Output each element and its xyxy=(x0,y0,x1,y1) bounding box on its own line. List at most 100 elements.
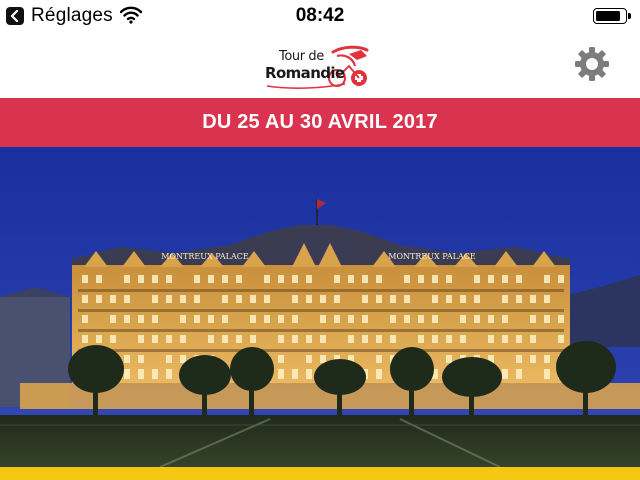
palace-window xyxy=(558,275,564,283)
palace-window xyxy=(516,295,522,303)
palace-window xyxy=(222,335,228,343)
palace-window xyxy=(404,315,410,323)
palace-window xyxy=(124,275,130,283)
palace-window xyxy=(82,315,88,323)
palace-window xyxy=(432,315,438,323)
palace-window xyxy=(502,275,508,283)
palace-window xyxy=(460,315,466,323)
palace-window xyxy=(152,295,158,303)
palace-window xyxy=(250,335,256,343)
palace-window xyxy=(166,275,172,283)
app-header: Tour de Romandie xyxy=(0,32,640,98)
palace-window xyxy=(96,295,102,303)
palace-window xyxy=(488,315,494,323)
palace-window xyxy=(348,315,354,323)
palace-window xyxy=(96,335,102,343)
palace-window xyxy=(278,335,284,343)
palace-window xyxy=(320,335,326,343)
palace-window xyxy=(264,295,270,303)
palace-window xyxy=(544,295,550,303)
palace-window xyxy=(432,275,438,283)
palace-window xyxy=(180,335,186,343)
palace-window xyxy=(418,275,424,283)
palace-window xyxy=(488,275,494,283)
palace-window xyxy=(432,295,438,303)
bottom-accent-strip xyxy=(0,467,640,480)
palace-window xyxy=(250,315,256,323)
palace-window xyxy=(152,335,158,343)
palace-window xyxy=(474,295,480,303)
palace-window xyxy=(544,315,550,323)
palace-window xyxy=(516,369,522,379)
palace-window xyxy=(278,275,284,283)
palace-window xyxy=(208,275,214,283)
palace-window xyxy=(558,315,564,323)
palace-window xyxy=(474,275,480,283)
palace-window xyxy=(446,355,452,363)
palace-window xyxy=(152,275,158,283)
palace-window xyxy=(166,295,172,303)
palace-window xyxy=(138,335,144,343)
date-banner-text: DU 25 AU 30 AVRIL 2017 xyxy=(202,111,438,133)
palace-window xyxy=(544,355,550,363)
palace-window xyxy=(348,275,354,283)
status-bar: Réglages 08:42 xyxy=(0,0,640,32)
palace-window xyxy=(194,275,200,283)
palace-window xyxy=(460,295,466,303)
palace-window xyxy=(306,369,312,379)
palace-window xyxy=(208,315,214,323)
palace-window xyxy=(222,295,228,303)
palace-window xyxy=(376,355,382,363)
battery-level xyxy=(596,11,620,21)
palace-window xyxy=(348,335,354,343)
palace-window xyxy=(376,335,382,343)
palace-window xyxy=(362,275,368,283)
palace-window xyxy=(138,315,144,323)
palace-window xyxy=(530,335,536,343)
palace-window xyxy=(362,295,368,303)
settings-button[interactable] xyxy=(572,44,612,84)
hotel-sign-left: MONTREUX PALACE xyxy=(161,252,249,261)
palace-window xyxy=(292,369,298,379)
palace-window xyxy=(320,355,326,363)
palace-window xyxy=(194,295,200,303)
palace-window xyxy=(474,315,480,323)
palace-window xyxy=(362,335,368,343)
palace-window xyxy=(376,369,382,379)
tour-de-romandie-logo[interactable]: Tour de Romandie xyxy=(263,44,377,90)
palace-window xyxy=(278,315,284,323)
palace-window xyxy=(334,315,340,323)
palace-window xyxy=(362,315,368,323)
palace-window xyxy=(460,335,466,343)
palace-window xyxy=(124,295,130,303)
palace-window xyxy=(166,355,172,363)
palace-window xyxy=(222,275,228,283)
palace-window xyxy=(334,295,340,303)
palace-window xyxy=(516,275,522,283)
palace-window xyxy=(82,295,88,303)
palace-window xyxy=(110,315,116,323)
palace-window xyxy=(250,295,256,303)
palace-window xyxy=(236,275,242,283)
palace-window xyxy=(502,335,508,343)
palace-window xyxy=(208,335,214,343)
palace-window xyxy=(446,295,452,303)
palace-window xyxy=(516,335,522,343)
palace-window xyxy=(544,275,550,283)
palace-window xyxy=(516,355,522,363)
palace-window xyxy=(278,369,284,379)
palace-window xyxy=(264,315,270,323)
palace-window xyxy=(376,275,382,283)
palace-window xyxy=(138,369,144,379)
hotel-sign-right: MONTREUX PALACE xyxy=(388,252,476,261)
palace-window xyxy=(306,355,312,363)
date-banner: DU 25 AU 30 AVRIL 2017 xyxy=(0,98,640,147)
palace-window xyxy=(124,369,130,379)
palace-window xyxy=(292,315,298,323)
palace-window xyxy=(180,355,186,363)
palace-window xyxy=(488,335,494,343)
palace-window xyxy=(180,315,186,323)
palace-window xyxy=(334,275,340,283)
gear-icon xyxy=(575,47,609,81)
palace-window xyxy=(292,275,298,283)
